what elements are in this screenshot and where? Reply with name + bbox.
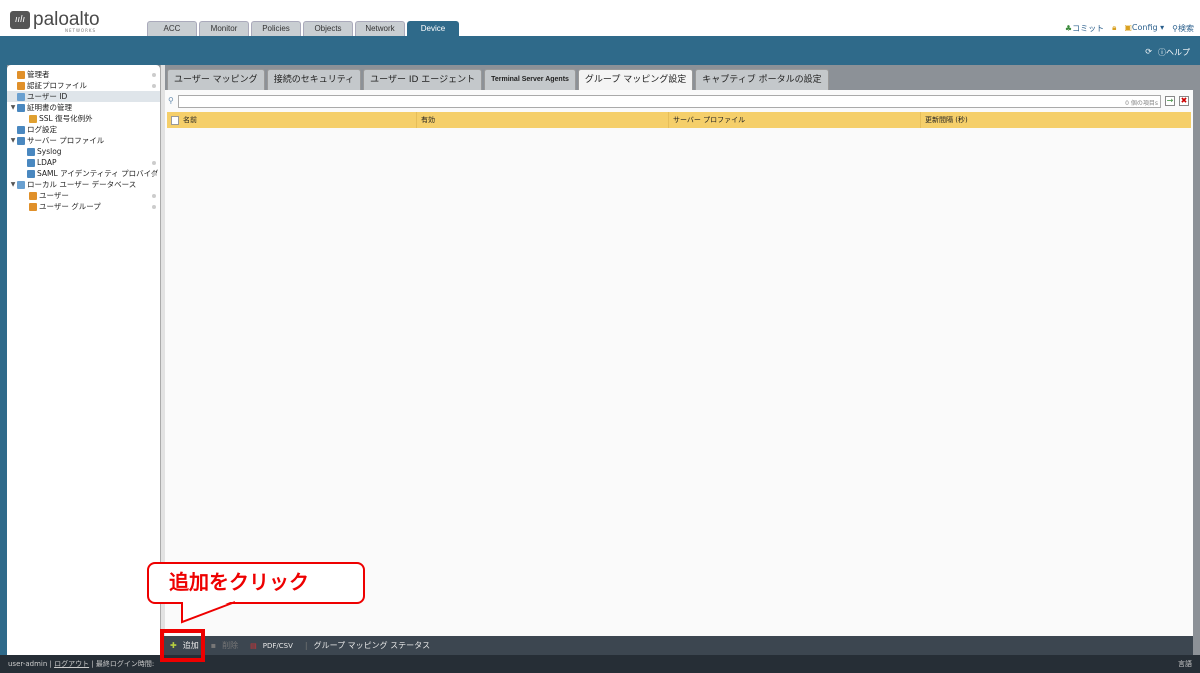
cert-icon bbox=[17, 103, 25, 112]
config-dropdown[interactable]: ▣Config ▾ bbox=[1124, 23, 1164, 34]
left-strip bbox=[0, 65, 7, 655]
pdf-icon: ▤ bbox=[250, 641, 257, 650]
delete-icon: ▪ bbox=[210, 641, 217, 650]
username: user-admin bbox=[8, 660, 48, 668]
help-icon: ⓘ bbox=[1158, 48, 1166, 57]
paloalto-logo: ıılı paloalto NETWORKS bbox=[10, 9, 100, 33]
sidebar-item-server-profiles[interactable]: ▼ サーバー プロファイル bbox=[7, 135, 160, 146]
user-icon bbox=[29, 191, 37, 200]
logout-link[interactable]: ログアウト bbox=[54, 660, 89, 668]
tab-connection-security[interactable]: 接続のセキュリティ bbox=[266, 69, 362, 90]
expand-icon[interactable]: ▼ bbox=[9, 135, 17, 146]
sidebar-item-saml-idp[interactable]: SAML アイデンティティ プロバイダ bbox=[7, 168, 160, 179]
refresh-icon[interactable]: ⟳ bbox=[1145, 47, 1152, 58]
tab-device[interactable]: Device bbox=[407, 21, 459, 36]
tab-group-mapping[interactable]: グループ マッピング設定 bbox=[577, 69, 694, 90]
main-tabs: ACC Monitor Policies Objects Network Dev… bbox=[147, 21, 461, 36]
expand-icon[interactable]: ▼ bbox=[9, 179, 17, 190]
sidebar-item-auth-profile[interactable]: 認証プロファイル bbox=[7, 80, 160, 91]
select-all-checkbox[interactable] bbox=[171, 115, 179, 125]
sidebar-item-syslog[interactable]: Syslog bbox=[7, 146, 160, 157]
callout-annotation: 追加をクリック bbox=[147, 562, 365, 604]
tab-monitor[interactable]: Monitor bbox=[199, 21, 249, 36]
language-link[interactable]: 言語 bbox=[1178, 655, 1192, 673]
content-tabs: ユーザー マッピング 接続のセキュリティ ユーザー ID エージェント Term… bbox=[167, 69, 831, 90]
column-update-interval[interactable]: 更新間隔 (秒) bbox=[921, 112, 1191, 128]
ldap-icon bbox=[27, 158, 35, 167]
database-icon bbox=[17, 180, 25, 189]
delete-button[interactable]: ▪ 削除 bbox=[211, 640, 244, 651]
commit-button[interactable]: ♣コミット bbox=[1065, 23, 1104, 34]
top-bar: ıılı paloalto NETWORKS ACC Monitor Polici… bbox=[0, 0, 1200, 36]
help-button[interactable]: ⓘヘルプ bbox=[1158, 47, 1190, 58]
sidebar-item-users[interactable]: ユーザー bbox=[7, 190, 160, 201]
auth-profile-icon bbox=[17, 81, 25, 90]
log-icon bbox=[17, 125, 25, 134]
tab-terminal-server-agents[interactable]: Terminal Server Agents bbox=[484, 69, 576, 90]
sidebar-item-ldap[interactable]: LDAP bbox=[7, 157, 160, 168]
clear-filter-icon[interactable]: ✖ bbox=[1179, 96, 1189, 106]
tab-objects[interactable]: Objects bbox=[303, 21, 353, 36]
bottom-toolbar: ✚ 追加 ▪ 削除 ▤ PDF/CSV | グループ マッピング ステータス bbox=[160, 636, 1193, 655]
server-profile-icon bbox=[17, 136, 25, 145]
apply-filter-icon[interactable]: → bbox=[1165, 96, 1175, 106]
lock-icon[interactable]: 🔒︎ bbox=[1112, 23, 1116, 34]
syslog-icon bbox=[27, 147, 35, 156]
tab-user-mapping[interactable]: ユーザー マッピング bbox=[167, 69, 265, 90]
saml-icon bbox=[27, 169, 35, 178]
sidebar-item-user-groups[interactable]: ユーザー グループ bbox=[7, 201, 160, 212]
sidebar-item-local-user-db[interactable]: ▼ ローカル ユーザー データベース bbox=[7, 179, 160, 190]
column-server-profile[interactable]: サーバー プロファイル bbox=[669, 112, 921, 128]
sidebar-item-log-settings[interactable]: ログ設定 bbox=[7, 124, 160, 135]
tab-user-id-agents[interactable]: ユーザー ID エージェント bbox=[363, 69, 483, 90]
table-header: 名前 有効 サーバー プロファイル 更新間隔 (秒) bbox=[167, 112, 1191, 128]
column-enabled[interactable]: 有効 bbox=[417, 112, 669, 128]
sidebar: 管理者 認証プロファイル ユーザー ID ▼ 証明書の管理 SSL 復号化例外 ロ… bbox=[7, 65, 160, 655]
header-band bbox=[0, 36, 1200, 65]
expand-icon[interactable]: ▼ bbox=[9, 102, 17, 113]
user-group-icon bbox=[29, 202, 37, 211]
sidebar-item-ssl-exclusion[interactable]: SSL 復号化例外 bbox=[7, 113, 160, 124]
last-login: 最終ログイン時間: bbox=[95, 660, 155, 668]
column-name[interactable]: 名前 bbox=[183, 112, 197, 128]
callout-tail bbox=[181, 600, 236, 624]
search-button[interactable]: ⚲検索 bbox=[1172, 23, 1194, 34]
filter-input[interactable]: 0 個の項目s bbox=[178, 95, 1161, 108]
search-icon: ⚲ bbox=[168, 96, 174, 105]
config-icon: ▣ bbox=[1124, 23, 1132, 32]
admin-icon bbox=[17, 70, 25, 79]
tab-acc[interactable]: ACC bbox=[147, 21, 197, 36]
group-mapping-status-button[interactable]: グループ マッピング ステータス bbox=[314, 640, 431, 651]
commit-icon: ♣ bbox=[1064, 24, 1073, 33]
highlight-box bbox=[160, 629, 205, 662]
user-id-icon bbox=[17, 92, 25, 101]
content-panel: ⚲ 0 個の項目s → ✖ 名前 有効 サーバー プロファイル 更新間隔 (秒) bbox=[165, 90, 1193, 636]
tab-network[interactable]: Network bbox=[355, 21, 405, 36]
tab-policies[interactable]: Policies bbox=[251, 21, 301, 36]
tab-captive-portal[interactable]: キャプティブ ポータルの設定 bbox=[695, 69, 829, 90]
item-count: 0 個の項目s bbox=[1125, 100, 1158, 107]
lock-icon bbox=[29, 114, 37, 123]
sidebar-item-user-id[interactable]: ユーザー ID bbox=[7, 91, 160, 102]
sidebar-item-admins[interactable]: 管理者 bbox=[7, 69, 160, 80]
pdf-csv-button[interactable]: ▤ PDF/CSV bbox=[250, 642, 299, 650]
sidebar-item-cert-mgmt[interactable]: ▼ 証明書の管理 bbox=[7, 102, 160, 113]
